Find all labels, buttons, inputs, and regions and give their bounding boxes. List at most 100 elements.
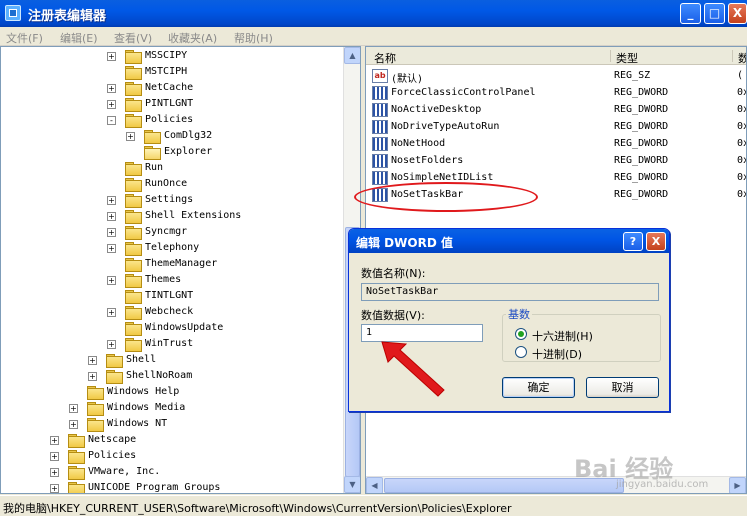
tree-node[interactable]: TINTLGNT [1, 289, 341, 305]
expand-icon[interactable]: + [107, 212, 116, 221]
list-row[interactable]: NoNetHood REG_DWORD 0x [366, 136, 746, 153]
tree-node[interactable]: + Themes [1, 273, 341, 289]
cancel-button[interactable]: 取消 [586, 377, 659, 398]
tree-node[interactable]: - Policies [1, 113, 341, 129]
folder-icon [125, 290, 142, 304]
tree-node[interactable]: + Webcheck [1, 305, 341, 321]
tree-node[interactable]: + Netscape [1, 433, 341, 449]
column-separator[interactable] [610, 50, 611, 62]
menu-file[interactable]: 文件(F) [6, 30, 43, 46]
tree-node-label: MSSCIPY [145, 50, 188, 61]
dec-radio[interactable] [515, 346, 527, 358]
tree-node-label: Telephony [145, 242, 200, 253]
tree-node[interactable]: Explorer [1, 145, 341, 161]
tree-node[interactable]: + Windows NT [1, 417, 341, 433]
hex-radio-label[interactable]: 十六进制(H) [532, 328, 593, 344]
baidu-watermark: Bai 经验 jingyan.baidu.com [574, 449, 744, 493]
expand-icon[interactable]: + [107, 52, 116, 61]
tree-node[interactable]: + Shell Extensions [1, 209, 341, 225]
menu-edit[interactable]: 编辑(E) [60, 30, 98, 46]
hex-radio[interactable] [515, 328, 527, 340]
scroll-up-icon[interactable]: ▲ [344, 47, 360, 64]
list-row[interactable]: NoDriveTypeAutoRun REG_DWORD 0x [366, 119, 746, 136]
value-type: REG_DWORD [614, 172, 669, 183]
tree-node[interactable]: + Windows Media [1, 401, 341, 417]
value-type: REG_DWORD [614, 189, 669, 200]
tree-node-label: Settings [145, 194, 194, 205]
tree-node[interactable]: + Settings [1, 193, 341, 209]
list-row[interactable]: NosetFolders REG_DWORD 0x [366, 153, 746, 170]
close-button[interactable]: X [728, 3, 747, 24]
tree-node[interactable]: + NetCache [1, 81, 341, 97]
scroll-down-icon[interactable]: ▼ [344, 476, 360, 493]
expand-icon[interactable]: + [107, 84, 116, 93]
menu-view[interactable]: 查看(V) [114, 30, 152, 46]
expand-icon[interactable]: + [50, 468, 59, 477]
column-header-type[interactable]: 类型 [616, 50, 638, 66]
minimize-button[interactable]: _ [680, 3, 701, 24]
tree-node[interactable]: RunOnce [1, 177, 341, 193]
expand-icon[interactable]: + [107, 100, 116, 109]
value-name-label: 数值名称(N): [361, 267, 426, 280]
menu-help[interactable]: 帮助(H) [234, 30, 273, 46]
column-header-data[interactable]: 数 [738, 50, 746, 66]
value-name: NosetFolders [391, 155, 464, 166]
menu-favorites[interactable]: 收藏夹(A) [168, 30, 217, 46]
value-name: (默认) [391, 74, 424, 85]
expand-icon[interactable]: + [50, 436, 59, 445]
folder-icon [125, 322, 142, 336]
scroll-left-icon[interactable]: ◀ [366, 477, 383, 493]
tree-node-label: WindowsUpdate [145, 322, 224, 333]
tree-node[interactable]: Windows Help [1, 385, 341, 401]
list-row[interactable]: ab (默认) REG_SZ ( [366, 68, 746, 85]
column-separator[interactable] [732, 50, 733, 62]
tree-node[interactable]: + PINTLGNT [1, 97, 341, 113]
ok-button[interactable]: 确定 [502, 377, 575, 398]
tree-node-label: Policies [88, 450, 137, 461]
folder-icon [125, 162, 142, 176]
folder-icon [125, 274, 142, 288]
expand-icon[interactable]: + [107, 228, 116, 237]
tree-node-label: Windows NT [107, 418, 168, 429]
expand-icon[interactable]: + [88, 356, 97, 365]
help-button[interactable]: ? [623, 232, 643, 251]
expand-icon[interactable]: + [50, 452, 59, 461]
expand-icon[interactable]: + [107, 196, 116, 205]
tree-node[interactable]: + Telephony [1, 241, 341, 257]
tree-node[interactable]: + WinTrust [1, 337, 341, 353]
registry-tree[interactable]: + MSSCIPY MSTCIPH + NetCache + PINTLGNT - Polici… [0, 46, 361, 494]
folder-icon [125, 194, 142, 208]
dialog-close-button[interactable]: X [646, 232, 666, 251]
tree-node[interactable]: + Shell [1, 353, 341, 369]
expand-icon[interactable]: + [69, 420, 78, 429]
tree-node[interactable]: ThemeManager [1, 257, 341, 273]
dialog-title-bar[interactable]: 编辑 DWORD 值 ? X [349, 229, 669, 253]
tree-node[interactable]: + Policies [1, 449, 341, 465]
dec-radio-label[interactable]: 十进制(D) [532, 346, 582, 362]
expand-icon[interactable]: + [126, 132, 135, 141]
tree-node[interactable]: WindowsUpdate [1, 321, 341, 337]
tree-node[interactable]: + ComDlg32 [1, 129, 341, 145]
tree-node[interactable]: MSTCIPH [1, 65, 341, 81]
tree-node[interactable]: + MSSCIPY [1, 49, 341, 65]
tree-node[interactable]: + VMware, Inc. [1, 465, 341, 481]
expand-icon[interactable]: + [107, 340, 116, 349]
expand-icon[interactable]: + [88, 372, 97, 381]
expand-icon[interactable]: + [107, 308, 116, 317]
tree-node[interactable]: + Syncmgr [1, 225, 341, 241]
expand-icon[interactable]: + [69, 404, 78, 413]
folder-icon [68, 466, 85, 480]
expand-icon[interactable]: + [107, 244, 116, 253]
list-row[interactable]: ForceClassicControlPanel REG_DWORD 0x [366, 85, 746, 102]
expand-icon[interactable]: + [107, 276, 116, 285]
tree-node[interactable]: Run [1, 161, 341, 177]
expand-icon[interactable]: + [50, 484, 59, 493]
list-row[interactable]: NoActiveDesktop REG_DWORD 0x [366, 102, 746, 119]
tree-node-label: ShellNoRoam [126, 370, 193, 381]
column-header-name[interactable]: 名称 [374, 50, 396, 66]
maximize-button[interactable]: □ [704, 3, 725, 24]
tree-node[interactable]: + UNICODE Program Groups [1, 481, 341, 493]
tree-node[interactable]: + ShellNoRoam [1, 369, 341, 385]
collapse-icon[interactable]: - [107, 116, 116, 125]
folder-icon [68, 450, 85, 464]
